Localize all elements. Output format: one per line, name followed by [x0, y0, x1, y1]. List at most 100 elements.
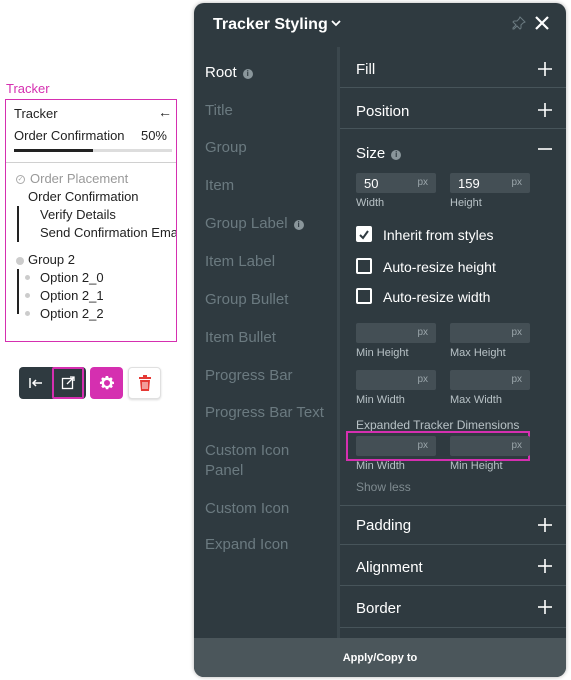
- style-properties: Fill Position Size i 50 px 159 px Width H…: [340, 47, 566, 638]
- section-border[interactable]: Border: [356, 600, 401, 617]
- tracker-progress-fill: [14, 149, 93, 152]
- section-alignment[interactable]: Alignment: [356, 559, 423, 576]
- close-icon[interactable]: [534, 15, 550, 36]
- unit-label: px: [511, 177, 522, 188]
- nav-item-group-bullet[interactable]: Group Bullet: [205, 290, 288, 310]
- back-arrow-icon[interactable]: ←: [158, 104, 172, 120]
- nav-item-label: Group Label: [205, 215, 288, 232]
- section-divider: [340, 87, 566, 88]
- height-value: 159: [458, 176, 480, 191]
- min-height-field[interactable]: px: [356, 323, 436, 343]
- auto-resize-height-checkbox[interactable]: [356, 258, 372, 274]
- section-position[interactable]: Position: [356, 103, 409, 120]
- plus-icon[interactable]: [538, 103, 552, 117]
- auto-resize-width-label: Auto-resize width: [383, 289, 491, 305]
- info-icon: i: [391, 150, 402, 160]
- width-field[interactable]: 50 px: [356, 173, 436, 193]
- min-width-field[interactable]: px: [356, 370, 436, 390]
- info-icon: i: [293, 220, 304, 230]
- max-height-field[interactable]: px: [450, 323, 530, 343]
- expanded-min-width-label: Min Width: [356, 460, 405, 472]
- unit-label: px: [511, 440, 522, 451]
- tracker-item: Order Placement: [30, 171, 129, 186]
- unit-label: px: [511, 374, 522, 385]
- nav-item-group[interactable]: Group: [205, 138, 247, 158]
- item-bullet: [25, 293, 30, 298]
- max-width-field[interactable]: px: [450, 370, 530, 390]
- tracker-item: Order Confirmation: [28, 189, 139, 204]
- inherit-styles-checkbox[interactable]: [356, 226, 372, 242]
- unit-label: px: [417, 440, 428, 451]
- unit-label: px: [417, 177, 428, 188]
- nav-item-item-bullet[interactable]: Item Bullet: [205, 328, 276, 348]
- group-bullet: [16, 257, 24, 265]
- expanded-dimensions-title: Expanded Tracker Dimensions: [356, 418, 520, 432]
- apply-copy-button[interactable]: Apply/Copy to: [194, 638, 566, 677]
- tracker-item: Option 2_2: [40, 306, 104, 321]
- nav-item-item-label[interactable]: Item Label: [205, 252, 275, 272]
- tracker-status: Order Confirmation: [14, 128, 125, 143]
- element-toolbar: [19, 367, 86, 399]
- nav-item-progress-bar[interactable]: Progress Bar: [205, 366, 293, 386]
- section-divider: [340, 585, 566, 586]
- section-divider: [340, 627, 566, 628]
- section-divider: [340, 544, 566, 545]
- nav-item-custom-icon[interactable]: Custom Icon: [205, 499, 289, 519]
- check-circle-icon: ✓: [16, 175, 25, 184]
- tracker-item: Group 2: [28, 252, 75, 267]
- item-bullet: [25, 275, 30, 280]
- minus-icon[interactable]: [538, 142, 552, 156]
- show-less-link[interactable]: Show less: [356, 480, 411, 494]
- tracker-item: Option 2_1: [40, 288, 104, 303]
- unit-label: px: [417, 374, 428, 385]
- item-bullet: [25, 311, 30, 316]
- open-external-icon[interactable]: [52, 367, 84, 399]
- plus-icon[interactable]: [538, 600, 552, 614]
- plus-icon[interactable]: [538, 62, 552, 76]
- pin-icon[interactable]: [512, 16, 526, 35]
- trash-icon[interactable]: [128, 367, 161, 399]
- tracker-preview[interactable]: Tracker ← Order Confirmation 50% ✓ Order…: [5, 99, 177, 342]
- info-icon: i: [242, 69, 253, 79]
- expanded-min-height-field[interactable]: px: [450, 436, 530, 456]
- panel-header: Tracker Styling: [194, 3, 566, 47]
- nav-item-root[interactable]: Root i: [205, 63, 253, 83]
- inherit-styles-label: Inherit from styles: [383, 227, 494, 243]
- nav-item-progress-bar-text[interactable]: Progress Bar Text: [205, 403, 324, 423]
- section-size-label: Size: [356, 145, 386, 162]
- collapse-left-icon[interactable]: [19, 367, 52, 399]
- nav-item-custom-icon-panel[interactable]: Custom Icon Panel: [205, 441, 305, 481]
- min-width-label: Min Width: [356, 394, 405, 406]
- auto-resize-width-checkbox[interactable]: [356, 288, 372, 304]
- nav-item-group-label[interactable]: Group Label i: [205, 214, 304, 234]
- check-icon: [359, 230, 369, 240]
- height-label: Height: [450, 197, 482, 209]
- unit-label: px: [417, 327, 428, 338]
- section-divider: [340, 505, 566, 506]
- plus-icon[interactable]: [538, 518, 552, 532]
- nav-item-title[interactable]: Title: [205, 101, 233, 121]
- plus-icon[interactable]: [538, 559, 552, 573]
- nav-item-expand-icon[interactable]: Expand Icon: [205, 535, 288, 555]
- width-label: Width: [356, 197, 385, 209]
- section-size[interactable]: Size i: [356, 145, 402, 162]
- auto-resize-height-label: Auto-resize height: [383, 259, 496, 275]
- unit-label: px: [511, 327, 522, 338]
- gear-icon[interactable]: [90, 367, 123, 399]
- tracker-item: Option 2_0: [40, 270, 104, 285]
- max-height-label: Max Height: [450, 347, 506, 359]
- expanded-min-width-field[interactable]: px: [356, 436, 436, 456]
- height-field[interactable]: 159 px: [450, 173, 530, 193]
- min-height-label: Min Height: [356, 347, 409, 359]
- tracker-connector: [17, 206, 19, 242]
- nav-item-item[interactable]: Item: [205, 176, 234, 196]
- width-value: 50: [364, 176, 379, 191]
- tracker-divider: [6, 162, 176, 163]
- chevron-down-icon[interactable]: [330, 16, 342, 34]
- style-target-nav: Root i Title Group Item Group Label i Item…: [194, 47, 337, 638]
- section-padding[interactable]: Padding: [356, 517, 411, 534]
- section-fill[interactable]: Fill: [356, 61, 375, 78]
- tracker-item: Send Confirmation Email: [40, 225, 177, 240]
- tracker-item: Verify Details: [40, 207, 116, 222]
- tracker-header: Tracker: [14, 106, 58, 121]
